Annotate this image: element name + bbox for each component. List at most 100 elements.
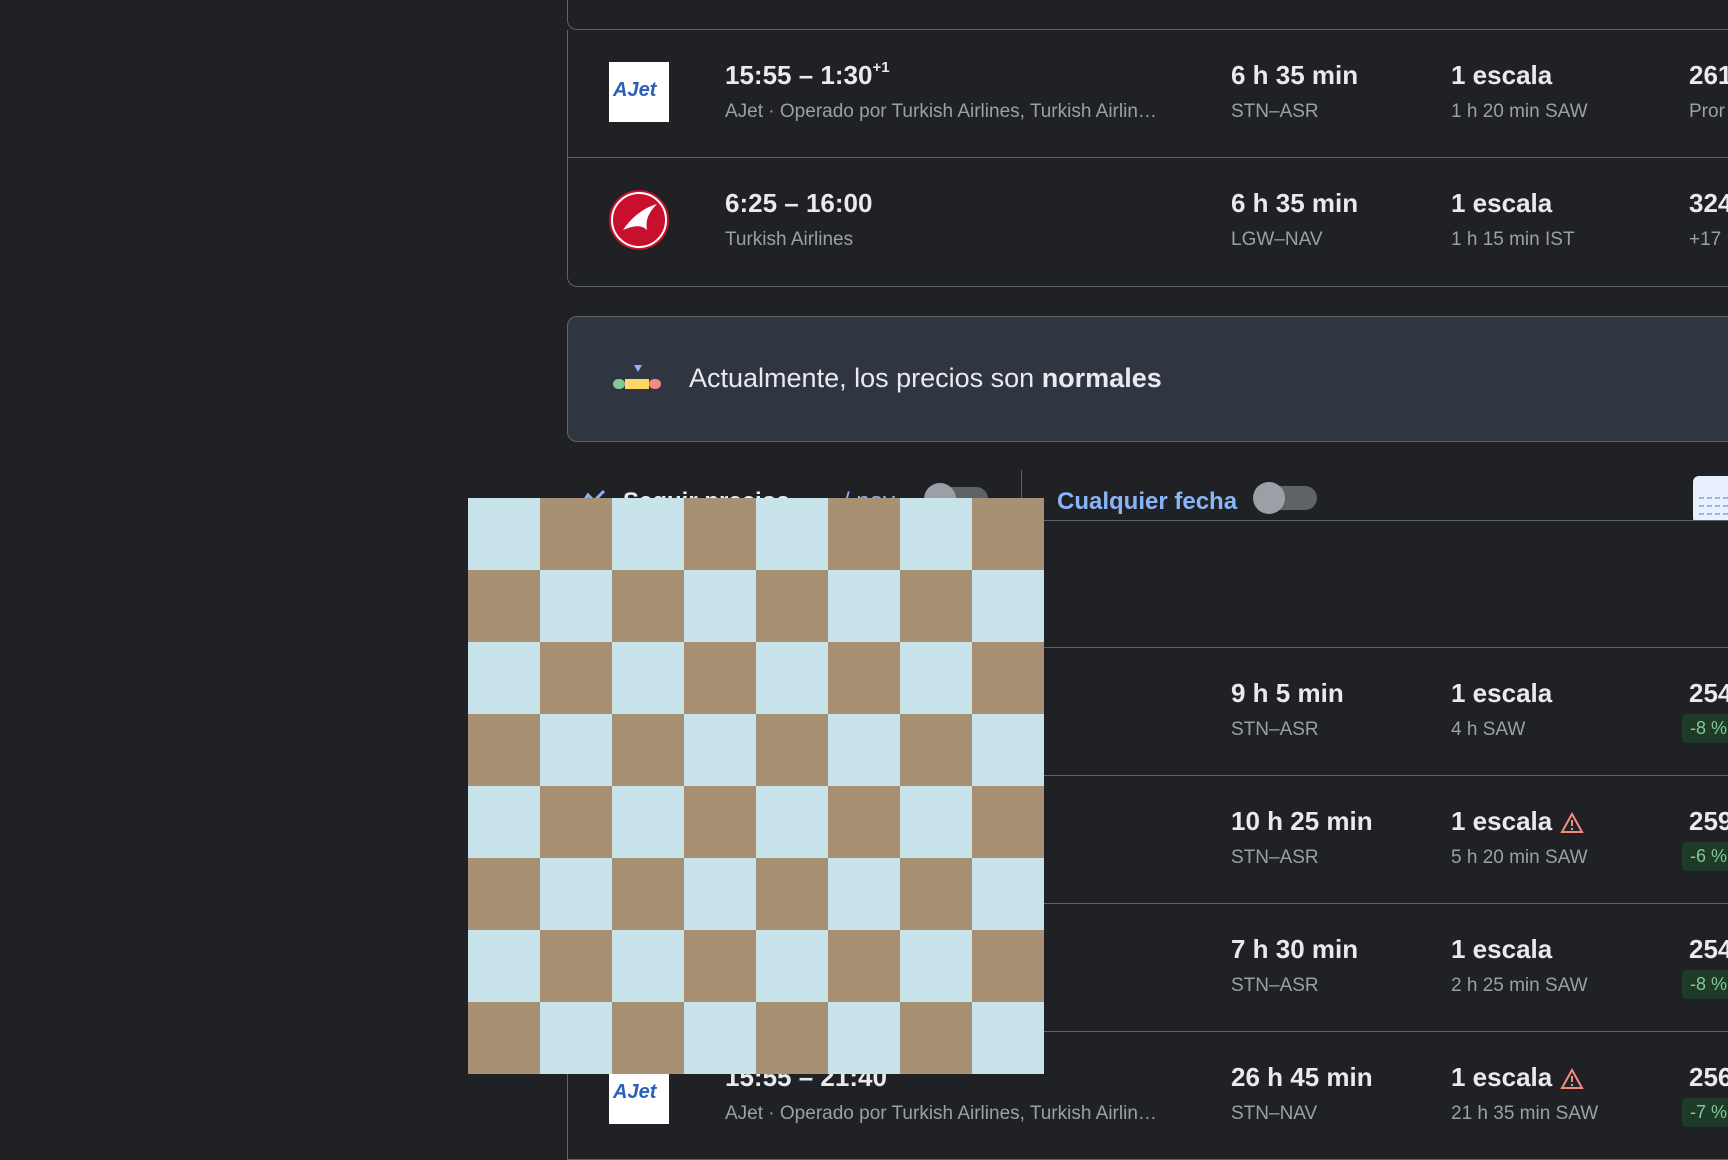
checker-tile (828, 786, 900, 858)
checkerboard-overlay (468, 498, 1044, 1074)
checker-tile (684, 642, 756, 714)
checker-tile (468, 930, 540, 1002)
stop-count: 1 escala (1451, 934, 1553, 964)
stop-count: 1 escala (1451, 806, 1584, 837)
checker-tile (900, 714, 972, 786)
stop-detail: 4 h SAW (1451, 719, 1526, 740)
warning-icon (1560, 812, 1584, 834)
checker-tile (684, 570, 756, 642)
stop-detail: 21 h 35 min SAW (1451, 1103, 1599, 1124)
flight-results-card-top: AJet 15:55 – 1:30+1 AJet · Operado por T… (567, 30, 1728, 287)
toggle-knob (1253, 482, 1285, 514)
flight-times: 15:55 – 1:30+1 (725, 59, 890, 90)
discount-badge: -8 % (1682, 970, 1728, 999)
checker-tile (900, 570, 972, 642)
checker-tile (972, 498, 1044, 570)
checker-tile (468, 714, 540, 786)
checker-tile (612, 930, 684, 1002)
price-insight-banner[interactable]: Actualmente, los precios son normales (567, 316, 1728, 442)
checker-tile (972, 570, 1044, 642)
flight-price: 324 (1689, 188, 1728, 218)
checker-tile (468, 1002, 540, 1074)
checker-tile (828, 714, 900, 786)
checker-tile (828, 1002, 900, 1074)
flight-duration: 6 h 35 min (1231, 60, 1359, 90)
checker-tile (612, 570, 684, 642)
airline-name: Turkish Airlines (725, 229, 854, 250)
calendar-grid-icon[interactable] (1693, 476, 1728, 524)
checker-tile (828, 498, 900, 570)
checker-tile (612, 786, 684, 858)
checker-tile (540, 930, 612, 1002)
airline-name: AJet · Operado por Turkish Airlines, Tur… (725, 101, 1157, 122)
stop-count: 1 escala (1451, 60, 1553, 90)
checker-tile (828, 570, 900, 642)
checker-tile (468, 570, 540, 642)
flight-route: STN–NAV (1231, 1103, 1318, 1124)
checker-tile (756, 858, 828, 930)
flight-price: 254 (1689, 934, 1728, 964)
checker-tile (972, 1002, 1044, 1074)
flight-price: 254 (1689, 678, 1728, 708)
flight-route: LGW–NAV (1231, 229, 1323, 250)
flight-duration: 7 h 30 min (1231, 934, 1359, 964)
checker-tile (756, 1002, 828, 1074)
flight-price: 256 (1689, 1062, 1728, 1092)
checker-tile (756, 786, 828, 858)
any-date-label[interactable]: Cualquier fecha (1057, 488, 1237, 516)
price-level-icon (613, 365, 663, 395)
checker-tile (540, 858, 612, 930)
price-insight-text: Actualmente, los precios son normales (689, 363, 1162, 393)
previous-card-edge (567, 0, 1728, 30)
checker-tile (540, 1002, 612, 1074)
checker-tile (756, 642, 828, 714)
stop-detail: 5 h 20 min SAW (1451, 847, 1588, 868)
flight-price: 261 (1689, 60, 1728, 90)
turkish-airlines-logo-icon (609, 190, 669, 250)
checker-tile (468, 498, 540, 570)
flight-route: STN–ASR (1231, 975, 1319, 996)
checker-tile (828, 858, 900, 930)
warning-icon (1560, 1068, 1584, 1090)
stop-count: 1 escala (1451, 678, 1553, 708)
checker-tile (684, 858, 756, 930)
flight-route: STN–ASR (1231, 719, 1319, 740)
checker-tile (900, 930, 972, 1002)
checker-tile (828, 930, 900, 1002)
checker-tile (900, 642, 972, 714)
flight-times: 6:25 – 16:00 (725, 188, 873, 218)
discount-badge: -6 % (1682, 842, 1728, 871)
price-note: Pror (1689, 101, 1725, 122)
any-date-toggle[interactable] (1253, 482, 1317, 514)
checker-tile (684, 1002, 756, 1074)
checker-tile (684, 786, 756, 858)
checker-tile (540, 714, 612, 786)
checker-tile (684, 498, 756, 570)
flight-duration: 26 h 45 min (1231, 1062, 1373, 1092)
flight-row[interactable]: 6:25 – 16:00 Turkish Airlines 6 h 35 min… (568, 157, 1728, 286)
flight-route: STN–ASR (1231, 101, 1319, 122)
airline-name: AJet · Operado por Turkish Airlines, Tur… (725, 1103, 1157, 1124)
checker-tile (612, 714, 684, 786)
checker-tile (612, 498, 684, 570)
ajet-logo-text: AJet (613, 79, 657, 101)
stop-count: 1 escala (1451, 188, 1553, 218)
checker-tile (900, 858, 972, 930)
stop-count: 1 escala (1451, 1062, 1584, 1093)
checker-tile (972, 930, 1044, 1002)
checker-tile (972, 786, 1044, 858)
flight-duration: 10 h 25 min (1231, 806, 1373, 836)
checker-tile (540, 570, 612, 642)
stop-detail: 2 h 25 min SAW (1451, 975, 1588, 996)
checker-tile (756, 570, 828, 642)
checker-tile (468, 642, 540, 714)
flight-duration: 6 h 35 min (1231, 188, 1359, 218)
flight-price: 259 (1689, 806, 1728, 836)
flight-row[interactable]: AJet 15:55 – 1:30+1 AJet · Operado por T… (568, 30, 1728, 157)
ajet-logo-text: AJet (613, 1081, 657, 1103)
checker-tile (900, 786, 972, 858)
checker-tile (468, 786, 540, 858)
checker-tile (540, 786, 612, 858)
stop-detail: 1 h 20 min SAW (1451, 101, 1588, 122)
checker-tile (972, 858, 1044, 930)
